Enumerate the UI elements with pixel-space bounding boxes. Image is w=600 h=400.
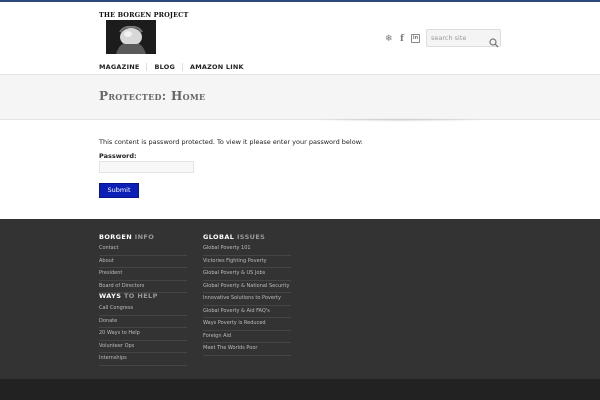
footer-link-internships[interactable]: Internships [99,353,187,366]
footer-link-donate[interactable]: Donate [99,316,187,328]
logo-text: THE BORGEN PROJECT [99,11,189,19]
footer-heading-borgen-info: BORGEN INFO [99,233,154,241]
footer-link-ways-reduced[interactable]: Ways Poverty is Reduced [203,318,291,331]
footer-list-borgen-info: Contact About President Board of Directo… [99,243,187,293]
footer-link-volunteer[interactable]: Volunteer Ops [99,341,187,353]
footer-link-poverty-101[interactable]: Global Poverty 101 [203,243,291,256]
footer-link-20-ways[interactable]: 20 Ways to Help [99,328,187,341]
search-input[interactable] [431,32,487,44]
footer-link-about[interactable]: About [99,256,187,268]
heading-bold: BORGEN [99,233,133,241]
footer-link-foreign-aid[interactable]: Foreign Aid [203,331,291,343]
nav-divider [182,63,184,71]
footer-heading-ways-to-help: WAYS TO HELP [99,292,158,300]
nav-item-blog[interactable]: BLOG [154,63,175,71]
title-shadow [310,118,490,122]
footer-link-president[interactable]: President [99,268,187,281]
footer-link-contact[interactable]: Contact [99,243,187,256]
page-title: Protected: Home [99,89,206,103]
top-accent-bar [0,0,600,2]
heading-bold: WAYS [99,292,122,300]
heading-rest: INFO [132,233,155,241]
footer-list-ways-to-help: Call Congress Donate 20 Ways to Help Vol… [99,303,187,366]
search-box [426,29,501,48]
footer-heading-global-issues: GLOBAL ISSUES [203,233,265,241]
protected-message: This content is password protected. To v… [99,138,363,146]
password-field[interactable] [99,161,194,173]
footer-link-worlds-poor[interactable]: Meet The Worlds Poor [203,343,291,356]
footer-link-national-security[interactable]: Global Poverty & National Security [203,281,291,293]
heading-bold: GLOBAL [203,233,235,241]
title-band [0,74,600,120]
footer [0,219,600,379]
heading-rest: ISSUES [234,233,266,241]
heading-rest: TO HELP [121,292,158,300]
footer-list-global-issues: Global Poverty 101 Victories Fighting Po… [203,243,291,356]
logo-image [106,20,156,54]
submit-button[interactable]: Submit [99,183,139,198]
footer-link-innovative-solutions[interactable]: Innovative Solutions to Poverty [203,293,291,306]
nav-divider [146,63,148,71]
site-logo[interactable]: THE BORGEN PROJECT [99,11,189,55]
search-icon[interactable] [489,33,499,48]
nav-item-amazon-link[interactable]: AMAZON LINK [190,63,244,71]
footer-bottom-bar [0,379,600,400]
nav-item-magazine[interactable]: MAGAZINE [99,63,139,71]
footer-link-aid-faq[interactable]: Global Poverty & Aid FAQ's [203,306,291,318]
facebook-icon[interactable]: f [400,34,406,44]
twitter-icon[interactable]: ❄ [385,34,393,44]
footer-link-victories[interactable]: Victories Fighting Poverty [203,256,291,268]
main-nav: MAGAZINE BLOG AMAZON LINK [99,62,244,72]
footer-link-call-congress[interactable]: Call Congress [99,303,187,316]
footer-link-us-jobs[interactable]: Global Poverty & US Jobs [203,268,291,281]
linkedin-icon[interactable]: in [411,34,420,43]
password-label: Password: [99,152,137,160]
